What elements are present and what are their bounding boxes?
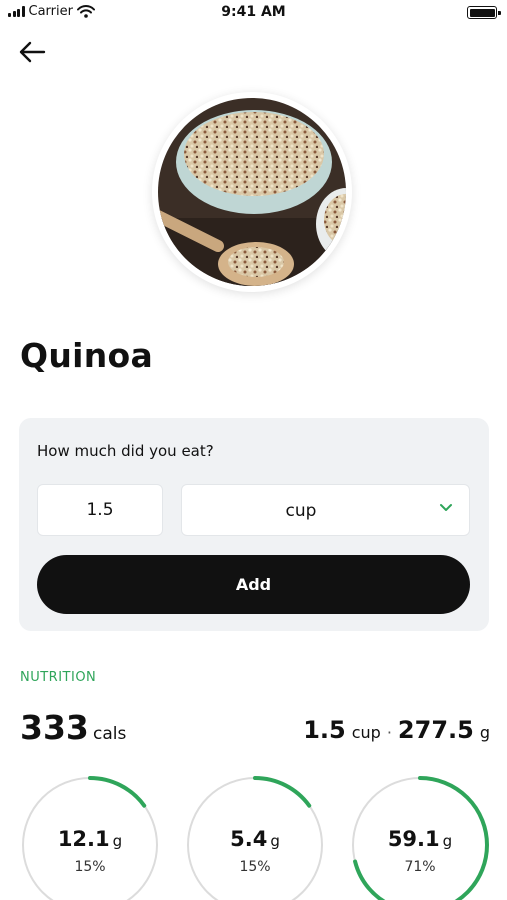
back-button[interactable] — [14, 36, 50, 68]
macro-percent: 15% — [74, 859, 106, 875]
macro-unit: g — [442, 832, 453, 850]
arrow-left-icon — [19, 41, 46, 63]
macro-percent: 71% — [404, 859, 436, 875]
serving-summary: 1.5 cup · 277.5 g — [303, 716, 490, 744]
macro-ring: 59.1 g 71% — [350, 775, 490, 900]
macro-ring: 5.4 g 15% — [185, 775, 325, 900]
amount-card: How much did you eat? cup Add — [19, 418, 489, 631]
chevron-down-icon — [440, 504, 452, 511]
quinoa-bowl-image — [158, 98, 346, 286]
battery-icon — [467, 6, 501, 19]
serving-unit: cup — [351, 723, 381, 742]
nutrition-heading: NUTRITION — [20, 670, 97, 685]
calories-value: 333 — [20, 708, 89, 747]
food-photo — [152, 92, 352, 292]
calories-unit: cals — [93, 724, 127, 744]
amount-question: How much did you eat? — [37, 442, 214, 460]
macro-amount: 59.1 g — [350, 827, 490, 851]
calories-row: 333 cals 1.5 cup · 277.5 g — [20, 708, 490, 752]
serving-weight-unit: g — [479, 723, 490, 742]
unit-select[interactable]: cup — [181, 484, 470, 536]
quantity-input[interactable] — [37, 484, 163, 536]
macro-unit: g — [112, 832, 123, 850]
status-time: 9:41 AM — [221, 4, 286, 20]
unit-value: cup — [285, 501, 317, 521]
macro-amount: 12.1 g — [20, 827, 160, 851]
serving-separator: · — [386, 723, 392, 742]
macro-value: 59.1 — [387, 827, 440, 851]
add-button[interactable]: Add — [37, 555, 470, 614]
macro-amount: 5.4 g — [185, 827, 325, 851]
macro-value: 5.4 — [230, 827, 268, 851]
food-title: Quinoa — [20, 336, 154, 375]
serving-quantity: 1.5 — [303, 716, 346, 744]
serving-weight: 277.5 — [397, 716, 474, 744]
macro-ring: 12.1 g 15% — [20, 775, 160, 900]
macro-value: 12.1 — [57, 827, 110, 851]
macro-percent: 15% — [239, 859, 271, 875]
status-bar: Carrier 9:41 AM — [0, 0, 507, 28]
macro-unit: g — [270, 832, 280, 850]
